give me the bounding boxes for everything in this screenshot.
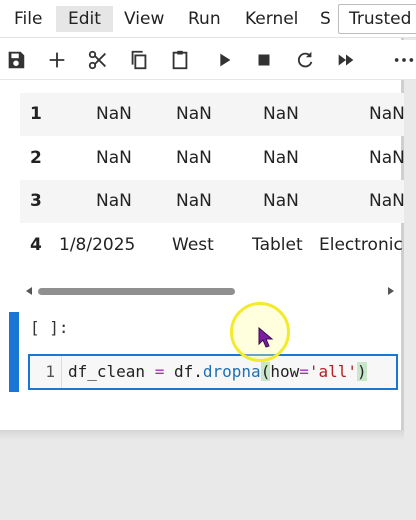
trusted-indicator[interactable]: Trusted [338, 4, 416, 34]
code-editor[interactable]: 1 df_clean = df.dropna(how='all') [28, 354, 398, 390]
code-argument: how [270, 362, 300, 381]
code-string: 'all' [308, 362, 358, 381]
table-cell: NaN [176, 191, 212, 211]
toolbar [0, 40, 416, 80]
output-table: 1 NaN NaN NaN NaN 2 NaN NaN NaN NaN 3 Na… [20, 92, 404, 274]
table-cell: NaN [176, 148, 212, 168]
line-number: 1 [30, 356, 62, 388]
menu-view[interactable]: View [124, 6, 164, 32]
active-cell-indicator [9, 312, 19, 392]
table-row: 1 NaN NaN NaN NaN [20, 93, 404, 136]
table-row: 4 1/8/2025 West Tablet Electronic [20, 224, 404, 267]
restart-icon [297, 51, 313, 68]
cell-prompt: [ ]: [30, 318, 69, 337]
save-icon [8, 51, 25, 69]
table-cell: NaN [263, 148, 299, 168]
menu-edit[interactable]: Edit [56, 6, 113, 32]
run-button[interactable] [212, 48, 236, 72]
row-index: 3 [30, 191, 42, 211]
add-icon [49, 52, 65, 68]
more-button[interactable] [392, 48, 416, 72]
horizontal-scrollbar[interactable] [20, 283, 400, 299]
mouse-pointer-icon [258, 327, 274, 348]
code-paren-open: ( [260, 362, 271, 381]
add-cell-button[interactable] [45, 48, 69, 72]
table-row: 2 NaN NaN NaN NaN [20, 137, 404, 180]
table-cell: NaN [369, 191, 404, 211]
empty-area [0, 430, 416, 520]
paste-icon [172, 50, 188, 70]
restart-button[interactable] [293, 48, 317, 72]
table-cell: NaN [96, 104, 132, 124]
notebook-window: File Edit View Run Kernel S Trusted 1 Na… [0, 0, 416, 430]
code-variable: df_clean [68, 362, 146, 381]
run-icon [220, 53, 231, 67]
table-cell: NaN [369, 148, 404, 168]
save-button[interactable] [4, 48, 28, 72]
code-object: df. [173, 362, 203, 381]
row-index: 1 [30, 104, 42, 124]
scrollbar-thumb[interactable] [38, 288, 235, 295]
table-cell: NaN [96, 191, 132, 211]
table-row: 3 NaN NaN NaN NaN [20, 180, 404, 223]
menu-kernel[interactable]: Kernel [245, 6, 298, 32]
code-line[interactable]: df_clean = df.dropna(how='all') [68, 356, 367, 388]
stop-icon [258, 54, 270, 66]
row-index: 2 [30, 148, 42, 168]
table-cell: NaN [369, 104, 404, 124]
copy-button[interactable] [127, 48, 151, 72]
cut-button[interactable] [86, 48, 110, 72]
copy-icon [131, 50, 147, 70]
code-method: dropna [202, 362, 261, 381]
code-paren-close: ) [357, 362, 367, 381]
menu-run[interactable]: Run [188, 6, 221, 32]
run-all-button[interactable] [334, 48, 358, 72]
window-shadow [0, 430, 404, 440]
scroll-left-icon[interactable] [26, 287, 32, 295]
cut-icon [88, 50, 106, 70]
table-cell: Electronic [319, 235, 403, 255]
menu-bar: File Edit View Run Kernel S Trusted [0, 0, 416, 38]
code-operator: = [154, 362, 165, 381]
paste-button[interactable] [168, 48, 192, 72]
table-cell: 1/8/2025 [59, 235, 136, 255]
stop-button[interactable] [252, 48, 276, 72]
table-cell: NaN [263, 104, 299, 124]
code-equals: = [299, 362, 309, 381]
table-cell: Tablet [252, 235, 303, 255]
row-index: 4 [30, 235, 42, 255]
menu-file[interactable]: File [14, 6, 42, 32]
more-icon [394, 58, 414, 62]
table-cell: NaN [263, 191, 299, 211]
menu-settings-truncated[interactable]: S [320, 6, 331, 32]
fast-forward-icon [338, 54, 354, 66]
table-cell: West [172, 235, 214, 255]
table-cell: NaN [96, 148, 132, 168]
table-cell: NaN [176, 104, 212, 124]
scroll-right-icon[interactable] [388, 287, 394, 295]
